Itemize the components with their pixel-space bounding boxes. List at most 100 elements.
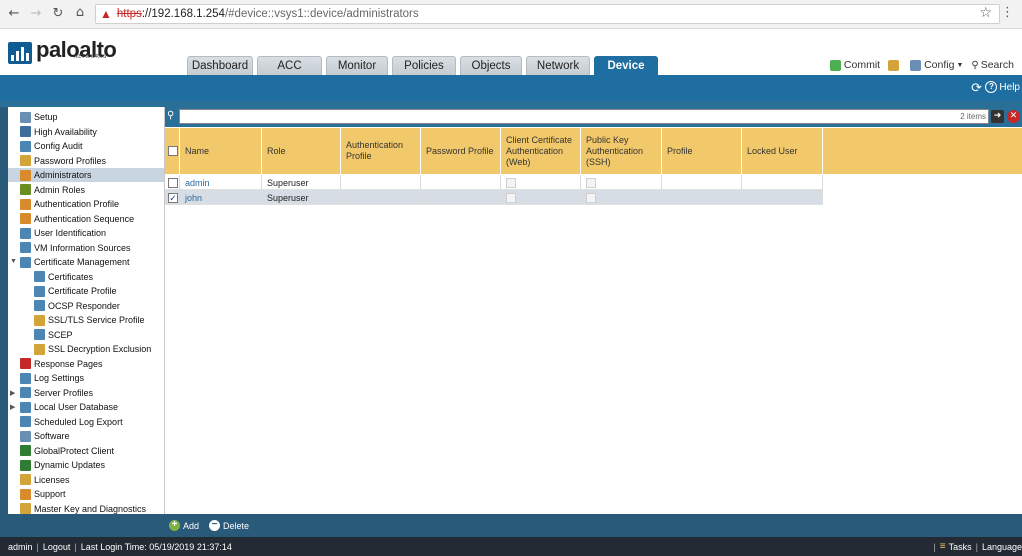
url-scheme: https (116, 8, 142, 20)
sidebar-item-certificate-profile[interactable]: Certificate Profile (8, 284, 117, 298)
sidebar-item-ssl-tls-service-profile[interactable]: SSL/TLS Service Profile (8, 313, 145, 327)
administrators-icon (20, 169, 31, 181)
filter-input[interactable] (179, 109, 989, 124)
column-header-name[interactable]: Name (180, 128, 262, 174)
sidebar-item-setup[interactable]: Setup (8, 110, 58, 124)
delete-button[interactable]: − Delete (209, 520, 249, 531)
search-button[interactable]: ⚲ Search (971, 59, 1014, 71)
column-header-public-key[interactable]: Public Key Authentication (SSH) (581, 128, 662, 174)
row-checkbox[interactable]: ✓ (168, 192, 178, 203)
help-button[interactable]: ? Help (985, 81, 1020, 93)
tab-acc[interactable]: ACC (257, 56, 322, 75)
language-button[interactable]: Language (982, 542, 1022, 552)
table-row[interactable]: ✓ john Superuser (165, 190, 823, 205)
name-cell[interactable]: john (180, 190, 262, 205)
sidebar-item-high-availability[interactable]: High Availability (8, 125, 97, 139)
tab-dashboard[interactable]: Dashboard (187, 56, 253, 75)
add-button[interactable]: + Add (169, 520, 199, 531)
not-secure-warning-icon[interactable]: ▲ (100, 7, 112, 21)
expand-arrow-icon[interactable]: ▼ (10, 258, 17, 265)
browser-menu-icon[interactable]: ⋮ (1001, 5, 1014, 20)
help-icon: ? (985, 81, 998, 93)
column-header-client-certificate[interactable]: Client Certificate Authentication (Web) (501, 128, 581, 174)
dynamic-updates-icon (20, 459, 31, 471)
sidebar-item-authentication-sequence[interactable]: Authentication Sequence (8, 212, 134, 226)
sidebar-item-ssl-decryption-exclusion[interactable]: SSL Decryption Exclusion (8, 342, 151, 356)
paloalto-logo: paloalto (8, 39, 117, 64)
status-bar: admin | Logout | Last Login Time: 05/19/… (0, 537, 1022, 556)
sidebar-item-label: VM Information Sources (34, 242, 131, 253)
sidebar-item-label: High Availability (34, 126, 97, 137)
collapse-arrow-icon[interactable]: ▶ (10, 403, 15, 411)
sidebar-item-user-identification[interactable]: User Identification (8, 226, 106, 240)
tab-objects[interactable]: Objects (460, 56, 522, 75)
commit-button[interactable]: Commit (829, 59, 880, 71)
local-user-database-icon (20, 401, 31, 413)
refresh-icon[interactable]: ⟳ (971, 81, 982, 96)
sidebar-item-scheduled-log-export[interactable]: Scheduled Log Export (8, 415, 123, 429)
user-identification-icon (20, 227, 31, 239)
collapse-arrow-icon[interactable]: ▶ (10, 389, 15, 397)
home-icon[interactable]: ⌂ (70, 5, 90, 20)
sidebar-item-vm-information-sources[interactable]: VM Information Sources (8, 241, 131, 255)
reload-icon[interactable]: ↻ (48, 6, 68, 21)
sidebar-item-label: SSL/TLS Service Profile (48, 315, 145, 325)
sidebar-item-log-settings[interactable]: Log Settings (8, 371, 84, 385)
column-header-role[interactable]: Role (262, 128, 341, 174)
ssl-tls-service-profile-icon (34, 314, 45, 326)
column-header-authentication-profile[interactable]: Authentication Profile (341, 128, 421, 174)
tab-monitor[interactable]: Monitor (326, 56, 388, 75)
john-name-link[interactable]: john (185, 193, 202, 203)
sidebar-item-admin-roles[interactable]: Admin Roles (8, 183, 85, 197)
column-header-password-profile[interactable]: Password Profile (421, 128, 501, 174)
sidebar-item-licenses[interactable]: Licenses (8, 473, 70, 487)
sidebar-item-administrators[interactable]: Administrators (8, 168, 164, 182)
address-bar[interactable]: ▲ https ://192.168.1.254 /#device::vsys1… (95, 4, 1000, 24)
name-cell[interactable]: admin (180, 175, 262, 190)
apply-filter-icon[interactable]: ➜ (991, 110, 1004, 123)
authentication-profile-icon (20, 198, 31, 210)
sidebar-item-support[interactable]: Support (8, 487, 66, 501)
vm-information-sources-icon (20, 242, 31, 253)
sidebar-item-ocsp-responder[interactable]: OCSP Responder (8, 299, 120, 313)
status-right: | ≡ Tasks | Language (929, 537, 1022, 556)
sidebar-item-label: Admin Roles (34, 184, 86, 195)
tab-device[interactable]: Device (594, 56, 658, 75)
sidebar-footer (0, 514, 165, 537)
forward-arrow-icon[interactable]: → (26, 6, 46, 21)
logout-link[interactable]: Logout (43, 542, 71, 552)
config-menu[interactable]: Config ▼ (910, 59, 963, 71)
sidebar-item-software[interactable]: Software (8, 429, 70, 443)
sidebar-item-config-audit[interactable]: Config Audit (8, 139, 83, 153)
sidebar-item-password-profiles[interactable]: Password Profiles (8, 154, 106, 168)
table-row[interactable]: admin Superuser (165, 175, 823, 190)
sidebar-item-dynamic-updates[interactable]: Dynamic Updates (8, 458, 105, 472)
sidebar-item-certificates[interactable]: Certificates (8, 270, 93, 284)
sidebar-item-certificate-management[interactable]: ▼ Certificate Management (8, 255, 130, 269)
sidebar-item-local-user-database[interactable]: ▶ Local User Database (8, 400, 118, 414)
status-user: admin (8, 541, 33, 552)
column-header-locked-user[interactable]: Locked User (742, 128, 823, 174)
public-key-checkbox (586, 177, 596, 188)
tasks-button[interactable]: Tasks (949, 542, 972, 552)
sidebar-item-scep[interactable]: SCEP (8, 328, 73, 342)
certificate-profile-icon (34, 285, 45, 297)
admin-roles-icon (20, 184, 31, 195)
certificate-management-icon (20, 256, 31, 268)
bookmark-star-icon[interactable]: ☆ (979, 5, 992, 21)
tab-policies[interactable]: Policies (392, 56, 456, 75)
tab-network[interactable]: Network (526, 56, 590, 75)
back-arrow-icon[interactable]: ← (4, 6, 24, 21)
sidebar-item-server-profiles[interactable]: ▶ Server Profiles (8, 386, 93, 400)
sidebar-item-label: Support (34, 489, 66, 499)
admin-name-link[interactable]: admin (185, 178, 210, 188)
column-header-profile[interactable]: Profile (662, 128, 742, 174)
sidebar-item-response-pages[interactable]: Response Pages (8, 357, 103, 371)
lock-button[interactable] (888, 59, 902, 71)
sidebar-item-globalprotect-client[interactable]: GlobalProtect Client (8, 444, 114, 458)
sidebar-item-authentication-profile[interactable]: Authentication Profile (8, 197, 119, 211)
row-checkbox[interactable] (168, 177, 178, 188)
filter-search-icon: ⚲ (167, 110, 175, 121)
select-all-checkbox[interactable] (168, 146, 178, 156)
clear-filter-icon[interactable]: ✕ (1007, 110, 1020, 123)
